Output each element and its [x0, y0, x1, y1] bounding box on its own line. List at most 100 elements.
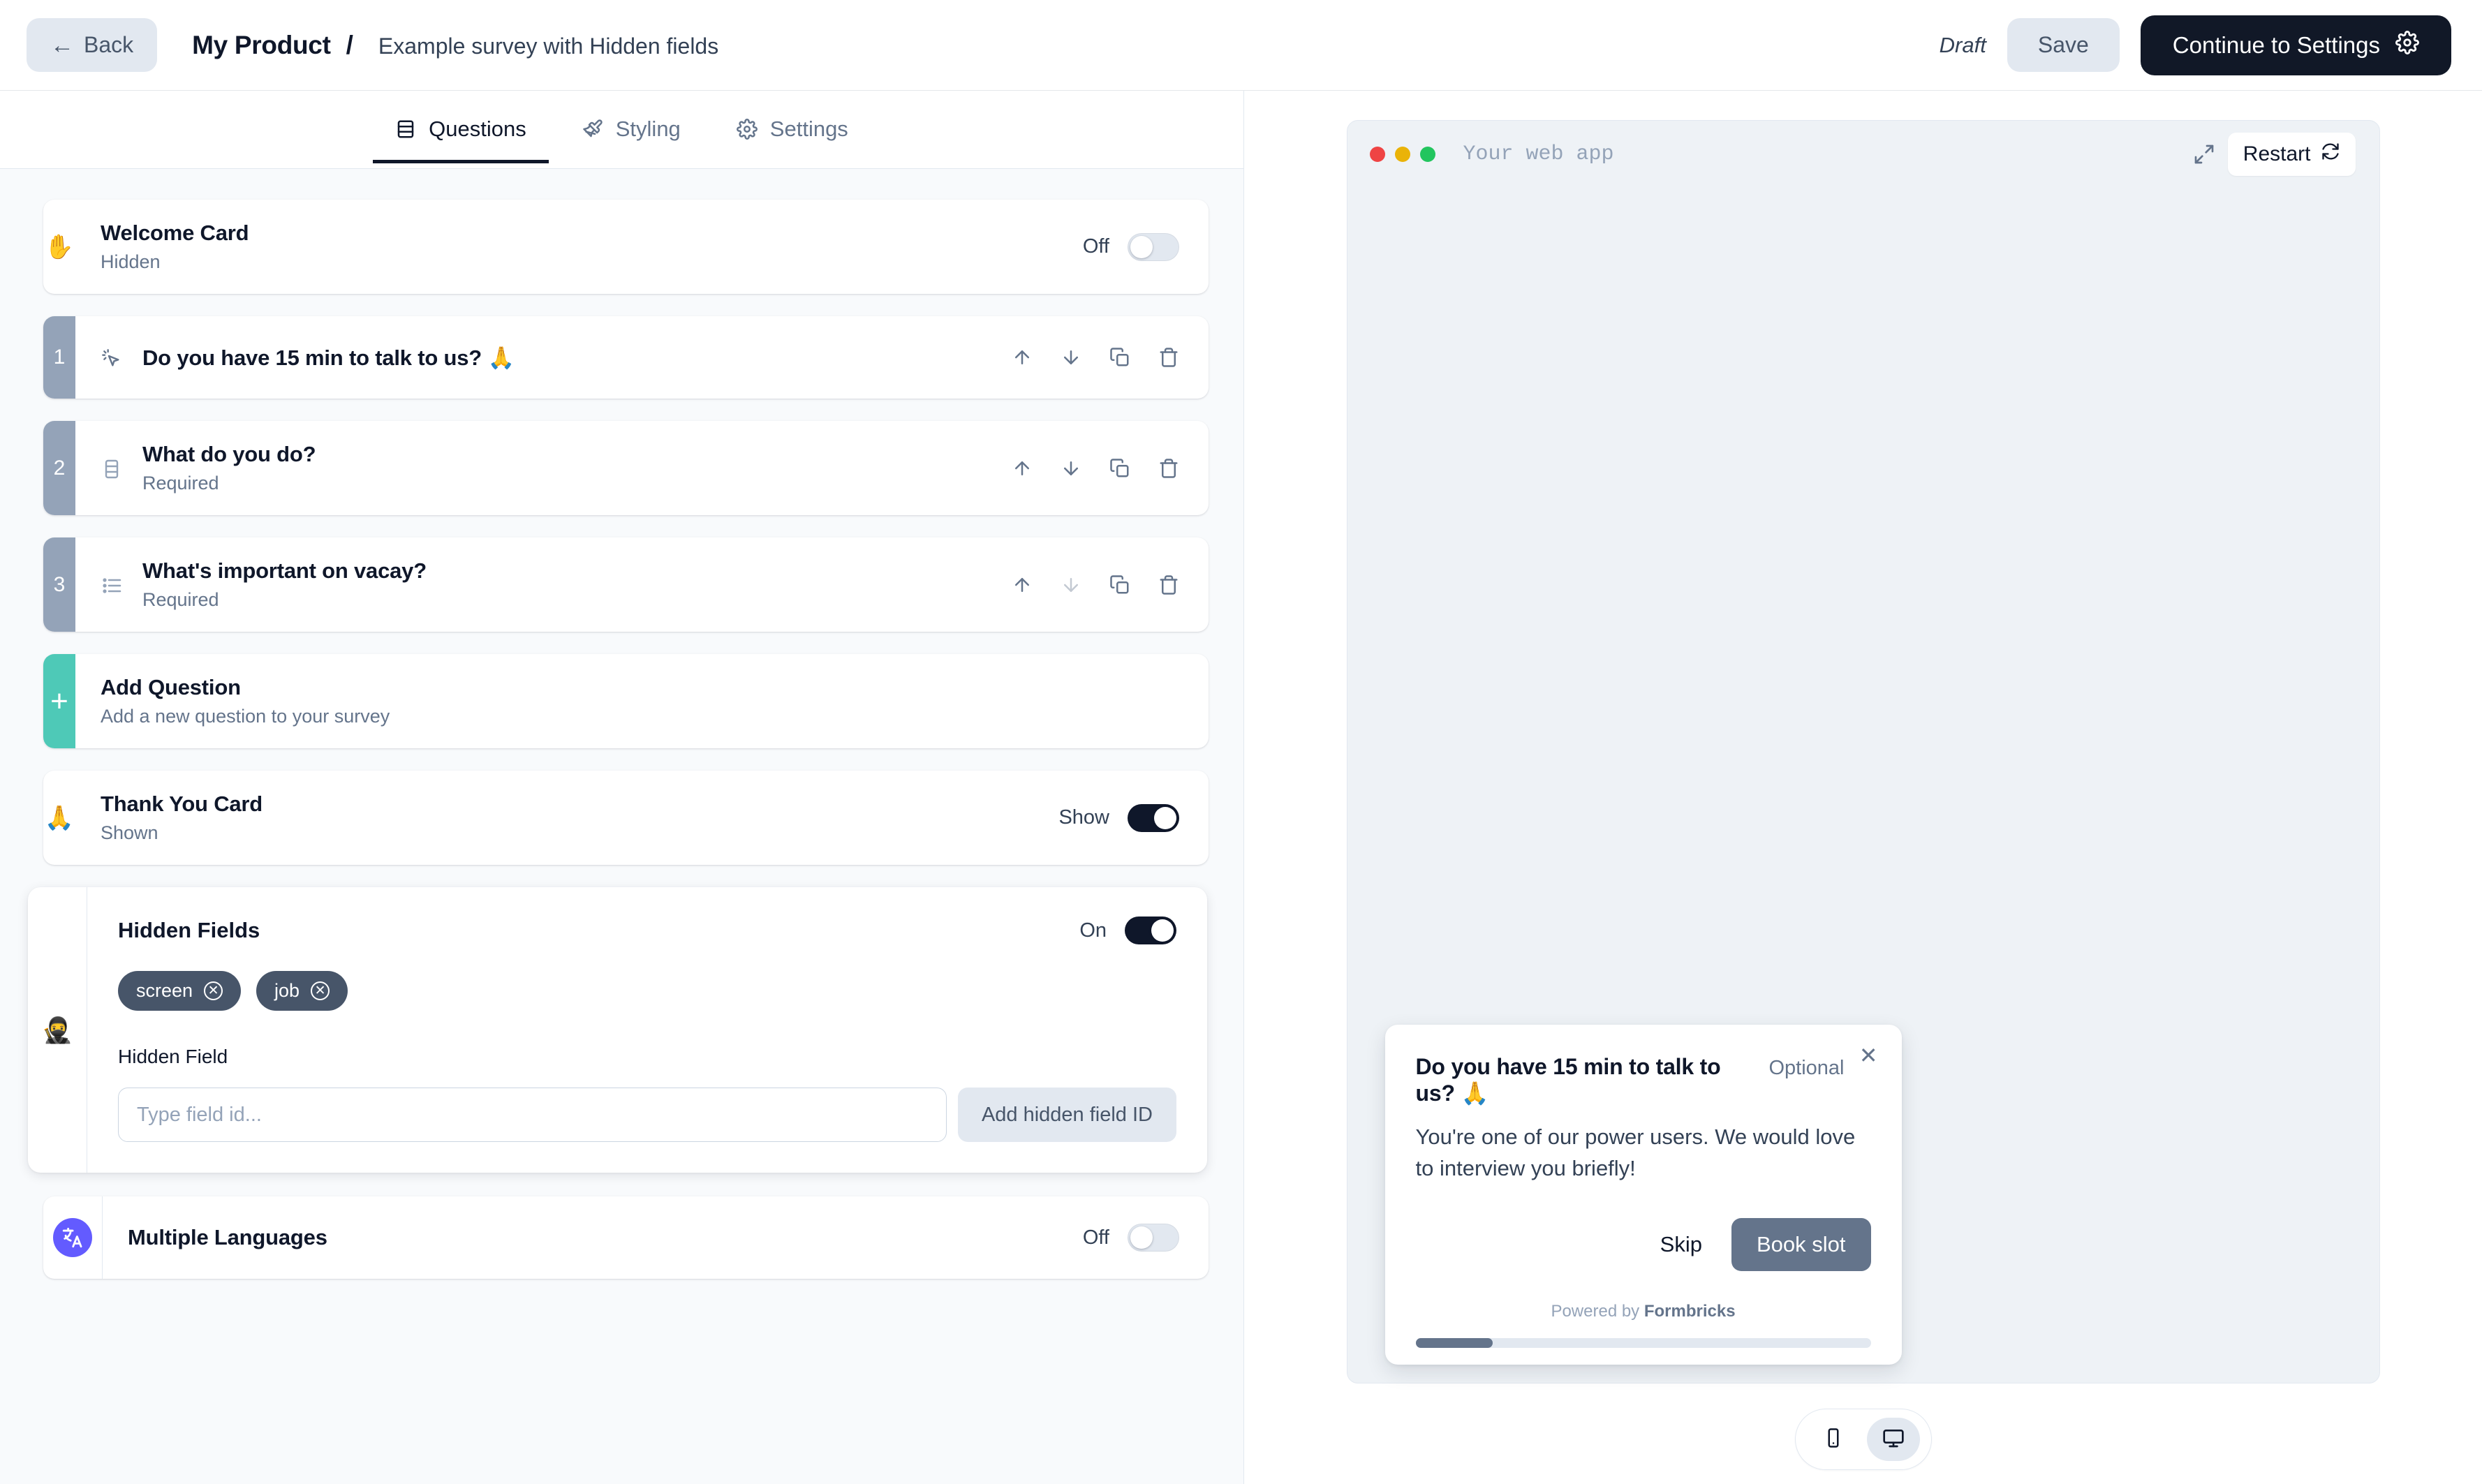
welcome-card-emoji: ✋: [44, 233, 75, 260]
save-button-label: Save: [2037, 32, 2089, 57]
cards-list: ✋ Welcome Card Hidden Off 1 Do you have …: [0, 169, 1243, 1307]
question-card-3[interactable]: 3 What's important on vacay? Required: [43, 537, 1209, 632]
powered-by-brand: Formbricks: [1643, 1302, 1736, 1321]
cta-pointer-icon: [101, 346, 123, 370]
question-2-number: 2: [43, 421, 75, 515]
refresh-icon: [2321, 142, 2340, 167]
editor-tabs: Questions Styling Settings: [0, 91, 1243, 169]
duplicate-icon[interactable]: [1109, 347, 1130, 368]
gear-icon: [736, 119, 758, 140]
question-2-texts: What do you do? Required: [142, 442, 316, 494]
thank-you-card[interactable]: 🙏 Thank You Card Shown Show: [43, 771, 1209, 865]
continue-to-settings-button[interactable]: Continue to Settings: [2140, 15, 2451, 75]
duplicate-icon[interactable]: [1109, 458, 1130, 479]
breadcrumb-survey-name[interactable]: Example survey with Hidden fields: [378, 34, 718, 59]
desktop-preview-button[interactable]: [1866, 1418, 1920, 1461]
question-card-1[interactable]: 1 Do you have 15 min to talk to us? 🙏: [43, 316, 1209, 399]
tab-styling-label: Styling: [615, 117, 681, 141]
multiple-languages-card[interactable]: Multiple Languages Off: [43, 1196, 1209, 1279]
hidden-field-id-input[interactable]: [118, 1088, 947, 1142]
top-toolbar: ← Back My Product / Example survey with …: [0, 0, 2482, 91]
thank-you-card-title: Thank You Card: [101, 792, 263, 816]
hidden-fields-toggle-label: On: [1079, 919, 1107, 942]
powered-by-prefix: Powered by: [1551, 1302, 1644, 1321]
move-down-icon[interactable]: [1061, 458, 1081, 479]
welcome-card-toggle-label: Off: [1082, 235, 1109, 258]
question-2-title: What do you do?: [142, 442, 316, 466]
thank-you-card-texts: Thank You Card Shown: [101, 792, 263, 844]
question-1-number: 1: [43, 316, 75, 399]
rating-rows-icon: [101, 456, 123, 480]
back-button-label: Back: [84, 32, 134, 57]
move-up-icon[interactable]: [1012, 347, 1033, 368]
tab-questions[interactable]: Questions: [373, 96, 549, 163]
welcome-card-title: Welcome Card: [101, 221, 249, 245]
preview-browser-frame: Your web app Restart ✕ Do you have 15 mi…: [1346, 120, 2380, 1383]
tab-styling[interactable]: Styling: [560, 96, 703, 163]
toggle-knob: [1154, 806, 1176, 829]
hidden-fields-chips: screen ✕ job ✕: [118, 971, 1176, 1011]
hidden-field-chip-job[interactable]: job ✕: [256, 971, 348, 1011]
tab-settings-label: Settings: [769, 117, 848, 141]
welcome-card-toggle[interactable]: [1128, 232, 1179, 261]
restart-button[interactable]: Restart: [2227, 133, 2356, 176]
delete-icon[interactable]: [1158, 574, 1179, 595]
multiple-languages-toggle[interactable]: [1128, 1224, 1179, 1252]
mobile-preview-button[interactable]: [1807, 1418, 1860, 1461]
question-3-title: What's important on vacay?: [142, 558, 427, 583]
move-up-icon[interactable]: [1012, 574, 1033, 595]
back-button[interactable]: ← Back: [27, 18, 158, 72]
question-card-2[interactable]: 2 What do you do? Required: [43, 421, 1209, 515]
hidden-fields-toggle[interactable]: [1125, 917, 1176, 944]
browser-window-dots: [1369, 147, 1435, 162]
remove-chip-icon[interactable]: ✕: [204, 981, 223, 1000]
move-up-icon[interactable]: [1012, 458, 1033, 479]
remove-chip-icon[interactable]: ✕: [311, 981, 330, 1000]
welcome-card-texts: Welcome Card Hidden: [101, 221, 249, 273]
thank-you-card-toggle[interactable]: [1128, 803, 1179, 832]
thank-you-card-toggle-wrap: Show: [1058, 803, 1179, 832]
survey-progress-bar: [1415, 1338, 1871, 1348]
paintbrush-icon: [582, 119, 603, 140]
thank-you-card-subtitle: Shown: [101, 822, 158, 843]
add-question-card[interactable]: + Add Question Add a new question to you…: [43, 654, 1209, 748]
maximize-icon[interactable]: [2193, 143, 2215, 165]
toggle-knob: [1151, 919, 1174, 942]
rows-icon: [395, 119, 416, 140]
delete-icon[interactable]: [1158, 458, 1179, 479]
welcome-card[interactable]: ✋ Welcome Card Hidden Off: [43, 200, 1209, 294]
multiple-languages-toggle-wrap: Off: [1083, 1224, 1179, 1252]
maximize-dot: [1419, 147, 1435, 162]
arrow-left-icon: ←: [50, 31, 74, 59]
save-button[interactable]: Save: [2007, 18, 2120, 72]
hidden-field-chip-screen[interactable]: screen ✕: [118, 971, 242, 1011]
add-hidden-field-id-button[interactable]: Add hidden field ID: [957, 1088, 1176, 1142]
top-toolbar-actions: Draft Save Continue to Settings: [1940, 15, 2451, 75]
question-3-texts: What's important on vacay? Required: [142, 558, 427, 611]
question-2-body: What do you do? Required: [75, 421, 1209, 515]
delete-icon[interactable]: [1158, 347, 1179, 368]
multiple-languages-stripe: [43, 1196, 102, 1279]
close-icon[interactable]: ✕: [1859, 1044, 1878, 1067]
toggle-knob: [1130, 1226, 1153, 1249]
gear-icon: [2395, 30, 2419, 60]
powered-by-label: Powered by Formbricks: [1416, 1302, 1871, 1321]
multiple-languages-title: Multiple Languages: [128, 1225, 327, 1249]
breadcrumb-product[interactable]: My Product: [192, 31, 331, 60]
tab-settings[interactable]: Settings: [714, 96, 871, 163]
question-1-actions: [1012, 347, 1179, 368]
question-1-body: Do you have 15 min to talk to us? 🙏: [75, 316, 1209, 399]
chip-label: screen: [136, 980, 193, 1001]
move-down-icon[interactable]: [1061, 574, 1081, 595]
add-question-title: Add Question: [101, 675, 241, 699]
welcome-card-toggle-wrap: Off: [1082, 232, 1179, 261]
hidden-fields-emoji: 🥷: [41, 1015, 73, 1044]
skip-button[interactable]: Skip: [1652, 1225, 1711, 1264]
question-3-actions: [1012, 574, 1179, 595]
book-slot-button[interactable]: Book slot: [1731, 1218, 1871, 1271]
add-question-subtitle: Add a new question to your survey: [101, 706, 390, 727]
toggle-knob: [1130, 235, 1153, 258]
move-down-icon[interactable]: [1061, 347, 1081, 368]
device-preview-switch: [1794, 1409, 1932, 1470]
duplicate-icon[interactable]: [1109, 574, 1130, 595]
